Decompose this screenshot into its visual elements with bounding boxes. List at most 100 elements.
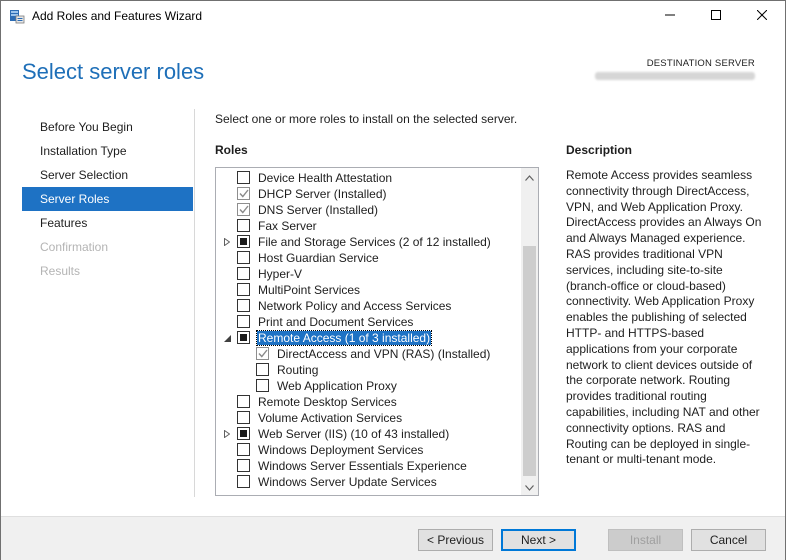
server-manager-icon [9,8,25,24]
role-label: Web Application Proxy [277,379,397,393]
role-label: MultiPoint Services [258,283,361,297]
wizard-footer: < Previous Next > Install Cancel [1,516,785,560]
role-label: Remote Desktop Services [258,395,397,409]
next-button[interactable]: Next > [501,529,576,551]
indeterminate-mark-icon [240,334,247,341]
role-row[interactable]: Host Guardian Service [216,250,522,266]
role-label: Web Server (IIS) (10 of 43 installed) [258,427,450,441]
nav-item-before-you-begin[interactable]: Before You Begin [22,115,193,139]
nav-item-label: Server Selection [40,168,129,182]
scroll-thumb[interactable] [523,246,536,476]
instruction-text: Select one or more roles to install on t… [215,112,518,126]
role-row[interactable]: MultiPoint Services [216,282,522,298]
roles-tree[interactable]: Device Health Attestation DHCP Server (In… [215,167,539,496]
close-icon [756,9,768,23]
role-row[interactable]: Hyper-V [216,266,522,282]
nav-item-installation-type[interactable]: Installation Type [22,139,193,163]
chevron-up-icon [525,170,534,184]
window-title: Add Roles and Features Wizard [32,9,203,23]
checkmark-icon [238,189,249,198]
role-label: Routing [277,363,319,377]
maximize-icon [711,9,721,23]
role-row[interactable]: Windows Server Update Services [216,474,522,490]
role-row[interactable]: Routing [216,362,522,378]
role-checkbox[interactable] [237,267,250,280]
role-checkbox[interactable] [256,379,269,392]
install-button: Install [608,529,683,551]
role-row[interactable]: Windows Server Essentials Experience [216,458,522,474]
role-row[interactable]: DHCP Server (Installed) [216,186,522,202]
role-checkbox[interactable] [237,187,250,200]
role-row[interactable]: DNS Server (Installed) [216,202,522,218]
roles-list: Device Health Attestation DHCP Server (In… [216,170,522,490]
role-row[interactable]: Web Server (IIS) (10 of 43 installed) [216,426,522,442]
role-checkbox[interactable] [237,219,250,232]
wizard-window: Add Roles and Features Wizard Select ser… [0,0,786,560]
role-row[interactable]: Network Policy and Access Services [216,298,522,314]
role-label: DHCP Server (Installed) [258,187,387,201]
role-label: Fax Server [258,219,317,233]
role-label: Remote Access (1 of 3 installed) [255,330,433,346]
role-checkbox[interactable] [237,443,250,456]
wizard-header: Select server roles DESTINATION SERVER [1,31,785,99]
role-checkbox[interactable] [237,299,250,312]
role-row[interactable]: Volume Activation Services [216,410,522,426]
close-button[interactable] [739,1,785,31]
nav-item-label: Confirmation [40,240,109,254]
nav-item-label: Results [40,264,81,278]
role-label: Windows Deployment Services [258,443,424,457]
role-checkbox[interactable] [237,251,250,264]
nav-item-results: Results [22,259,193,283]
role-label: Network Policy and Access Services [258,299,452,313]
collapse-triangle-icon[interactable] [222,333,232,343]
scroll-down-button[interactable] [521,478,538,495]
minimize-button[interactable] [647,1,693,31]
nav-item-label: Before You Begin [40,120,133,134]
role-checkbox[interactable] [237,235,250,248]
role-checkbox[interactable] [237,459,250,472]
description-heading: Description [566,143,633,157]
nav-item-label: Installation Type [40,144,127,158]
role-label: DNS Server (Installed) [258,203,379,217]
checkmark-icon [257,349,268,358]
wizard-nav: Before You Begin Installation Type Serve… [22,115,193,283]
role-row[interactable]: Remote Access (1 of 3 installed) [216,330,522,346]
role-label: Hyper-V [258,267,303,281]
destination-server-label: DESTINATION SERVER [646,58,755,69]
expand-triangle-icon[interactable] [222,429,232,439]
role-checkbox[interactable] [237,315,250,328]
role-checkbox[interactable] [237,475,250,488]
roles-scrollbar[interactable] [521,168,538,495]
role-checkbox[interactable] [237,203,250,216]
scroll-up-button[interactable] [521,168,538,185]
previous-button[interactable]: < Previous [418,529,493,551]
nav-item-features[interactable]: Features [22,211,193,235]
role-checkbox[interactable] [256,347,269,360]
role-checkbox[interactable] [237,331,250,344]
role-row[interactable]: Print and Document Services [216,314,522,330]
role-row[interactable]: Remote Desktop Services [216,394,522,410]
role-row[interactable]: Web Application Proxy [216,378,522,394]
role-row[interactable]: DirectAccess and VPN (RAS) (Installed) [216,346,522,362]
role-row[interactable]: Device Health Attestation [216,170,522,186]
title-bar[interactable]: Add Roles and Features Wizard [1,1,785,31]
role-label: File and Storage Services (2 of 12 insta… [258,235,491,249]
nav-item-confirmation: Confirmation [22,235,193,259]
role-checkbox[interactable] [237,411,250,424]
role-checkbox[interactable] [237,395,250,408]
expand-triangle-icon[interactable] [222,237,232,247]
role-checkbox[interactable] [237,283,250,296]
maximize-button[interactable] [693,1,739,31]
role-checkbox[interactable] [237,171,250,184]
role-checkbox[interactable] [237,427,250,440]
nav-divider [194,109,195,497]
role-label: Print and Document Services [258,315,414,329]
role-row[interactable]: Windows Deployment Services [216,442,522,458]
cancel-button[interactable]: Cancel [691,529,766,551]
role-row[interactable]: Fax Server [216,218,522,234]
role-row[interactable]: File and Storage Services (2 of 12 insta… [216,234,522,250]
nav-item-server-selection[interactable]: Server Selection [22,163,193,187]
role-label: Device Health Attestation [258,171,393,185]
role-checkbox[interactable] [256,363,269,376]
nav-item-server-roles[interactable]: Server Roles [22,187,193,211]
